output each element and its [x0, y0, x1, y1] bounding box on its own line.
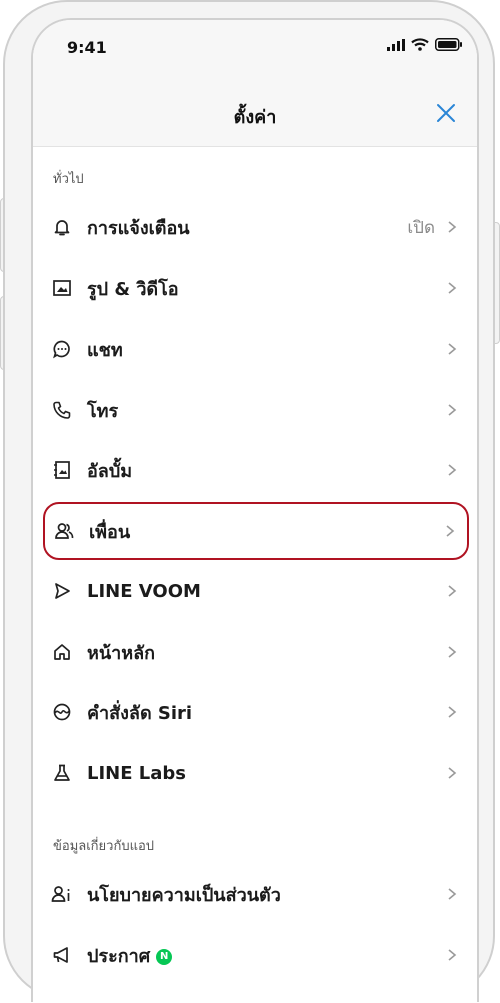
settings-item-home[interactable]: หน้าหลัก — [43, 624, 469, 680]
settings-item-label: อัลบั้ม — [87, 460, 133, 482]
settings-item-calls[interactable]: โทร — [43, 382, 469, 438]
settings-item-label: LINE Labs — [87, 762, 187, 784]
status-icons — [387, 38, 463, 51]
megaphone-icon — [51, 944, 73, 966]
flask-icon — [51, 762, 73, 784]
privacy-icon — [51, 883, 73, 905]
chevron-right-icon — [448, 343, 457, 355]
battery-icon — [435, 38, 462, 51]
phone-frame: 9:41 ตั้งค่า ทั่วไป การแจ้งเตือน เปิด รู… — [3, 0, 495, 1002]
siri-icon — [51, 701, 73, 723]
settings-item-label-text: ประกาศ — [87, 945, 151, 967]
chevron-right-icon — [448, 221, 457, 233]
image-icon — [51, 277, 73, 299]
settings-item-label: แชท — [87, 339, 123, 361]
album-icon — [51, 459, 73, 481]
bell-icon — [51, 216, 73, 238]
header: 9:41 ตั้งค่า — [33, 20, 477, 147]
settings-item-privacy-policy[interactable]: นโยบายความเป็นส่วนตัว — [43, 866, 469, 922]
settings-item-friends[interactable]: เพื่อน — [43, 502, 469, 560]
settings-item-label: รูป & วิดีโอ — [87, 278, 179, 300]
new-badge: N — [156, 948, 173, 965]
chevron-right-icon — [448, 767, 457, 779]
section-general-title: ทั่วไป — [53, 172, 84, 187]
settings-item-line-labs[interactable]: LINE Labs — [43, 745, 469, 801]
settings-item-label: หน้าหลัก — [87, 642, 156, 664]
page-title: ตั้งค่า — [233, 107, 277, 128]
home-icon — [51, 641, 73, 663]
settings-item-label: โทร — [87, 400, 119, 422]
settings-item-photos-videos[interactable]: รูป & วิดีโอ — [43, 260, 469, 316]
settings-item-chat[interactable]: แชท — [43, 321, 469, 377]
chevron-right-icon — [448, 706, 457, 718]
section-about-title: ข้อมูลเกี่ยวกับแอป — [53, 839, 155, 854]
chevron-right-icon — [448, 949, 457, 961]
chevron-right-icon — [448, 585, 457, 597]
settings-item-label: เพื่อน — [89, 521, 131, 543]
chevron-right-icon — [448, 464, 457, 476]
settings-item-label: การแจ้งเตือน — [87, 217, 190, 239]
chevron-right-icon — [448, 888, 457, 900]
settings-item-label: ประกาศ N — [87, 941, 445, 970]
settings-item-label: คำสั่งลัด Siri — [87, 702, 193, 724]
settings-item-line-voom[interactable]: LINE VOOM — [43, 563, 469, 619]
status-time: 9:41 — [67, 38, 107, 57]
chevron-right-icon — [448, 646, 457, 658]
settings-item-notifications[interactable]: การแจ้งเตือน เปิด — [43, 199, 469, 255]
settings-item-label: นโยบายความเป็นส่วนตัว — [87, 884, 281, 906]
chevron-right-icon — [448, 282, 457, 294]
friends-icon — [53, 520, 75, 542]
chevron-right-icon — [448, 404, 457, 416]
settings-item-value: เปิด — [407, 217, 435, 238]
chat-icon — [51, 338, 73, 360]
settings-item-albums[interactable]: อัลบั้ม — [43, 442, 469, 498]
settings-item-label: LINE VOOM — [87, 580, 201, 602]
close-icon[interactable] — [435, 102, 457, 124]
settings-item-announcements[interactable]: ประกาศ N — [43, 927, 469, 983]
chevron-right-icon — [446, 525, 455, 537]
voom-icon — [51, 580, 73, 602]
wifi-icon — [411, 38, 429, 51]
screen: 9:41 ตั้งค่า ทั่วไป การแจ้งเตือน เปิด รู… — [31, 18, 479, 1002]
phone-icon — [51, 399, 73, 421]
settings-item-siri-shortcuts[interactable]: คำสั่งลัด Siri — [43, 684, 469, 740]
signal-icon — [387, 38, 405, 51]
